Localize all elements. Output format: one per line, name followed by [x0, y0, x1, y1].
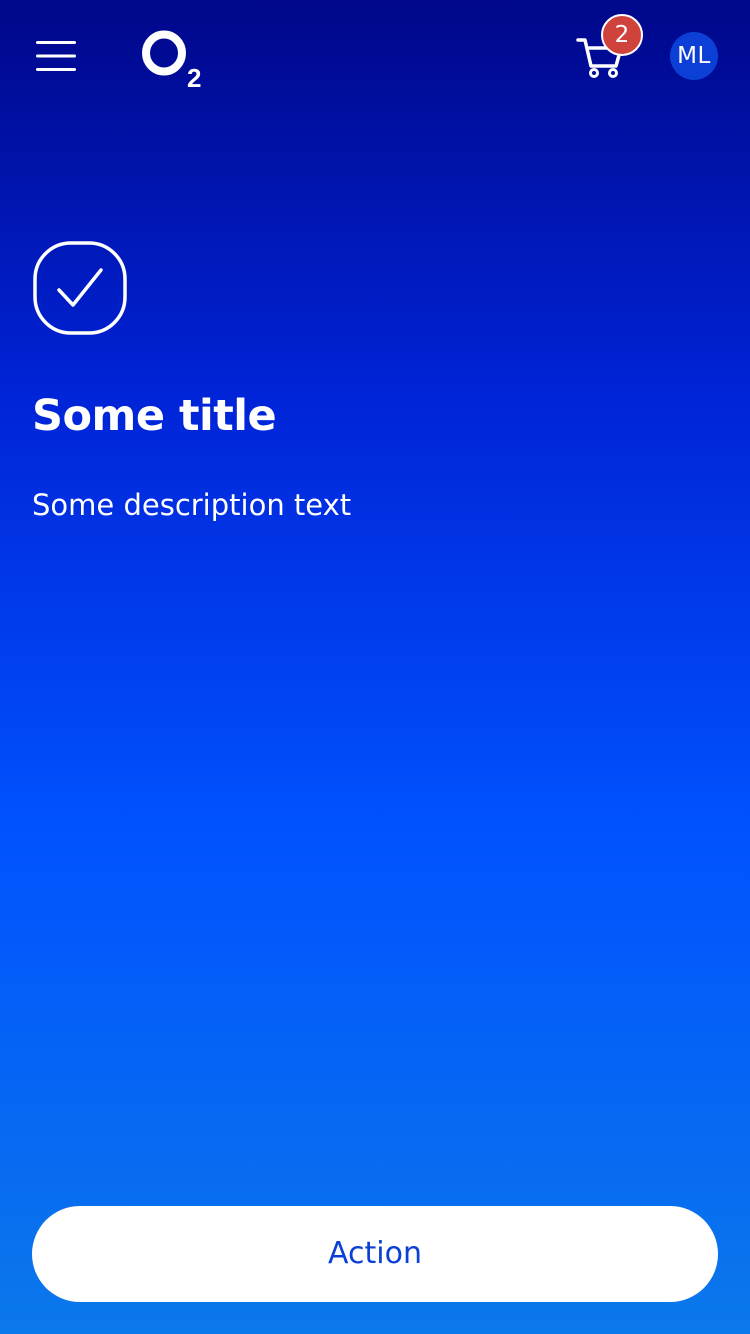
user-avatar[interactable]: ML	[670, 32, 718, 80]
o2-logo[interactable]: 2	[140, 26, 210, 93]
menu-button[interactable]	[26, 30, 86, 82]
hamburger-menu-icon	[36, 41, 76, 71]
check-icon	[33, 241, 127, 335]
svg-text:2: 2	[187, 63, 201, 92]
page-title: Some title	[32, 391, 277, 441]
action-button[interactable]: Action	[32, 1206, 718, 1302]
top-navigation-bar: 2 2 ML	[0, 0, 750, 112]
cart-count-badge: 2	[601, 14, 643, 56]
page-description: Some description text	[32, 488, 352, 522]
